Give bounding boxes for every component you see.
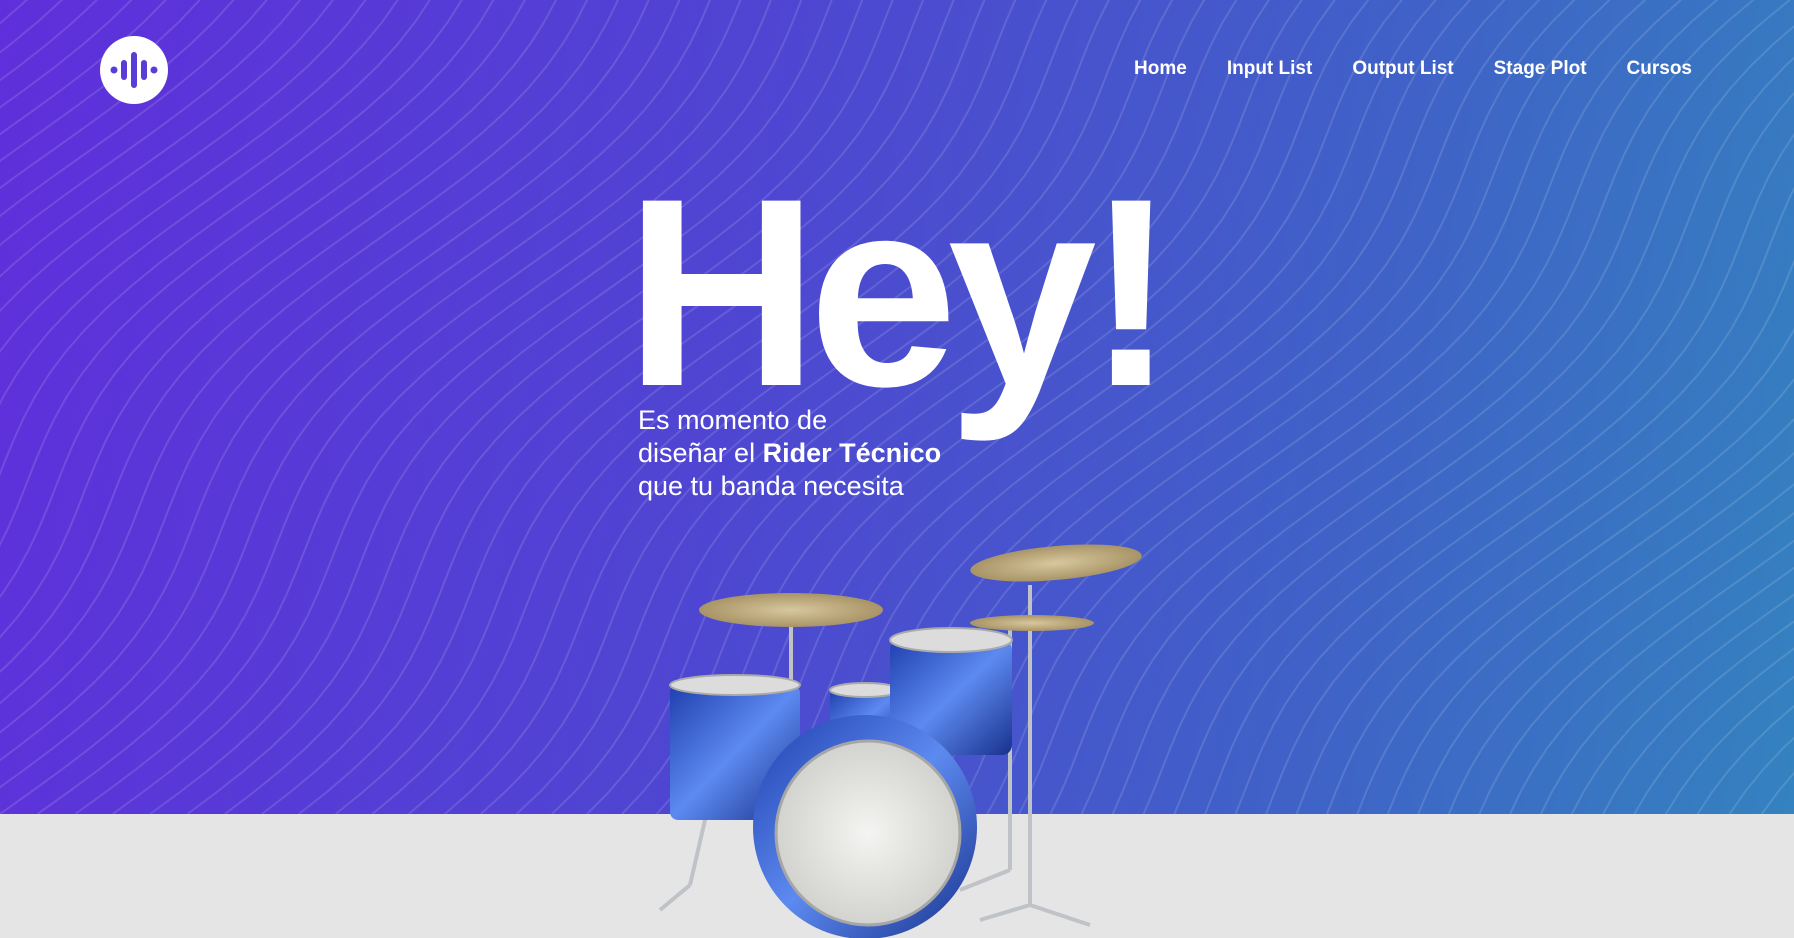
wave-line <box>1571 593 1794 814</box>
wave-line <box>0 0 431 406</box>
wave-line <box>1665 675 1794 814</box>
wave-line <box>1265 186 1794 814</box>
nav-cursos[interactable]: Cursos <box>1627 58 1692 80</box>
wave-line <box>1761 771 1794 814</box>
tagline-line-1: Es momento de <box>638 405 828 435</box>
wave-line <box>1386 417 1794 814</box>
soundwave-icon <box>110 52 158 88</box>
wave-line <box>0 0 558 639</box>
wave-line <box>1295 258 1794 814</box>
nav-input-list[interactable]: Input List <box>1227 58 1312 80</box>
tagline-highlight: Rider Técnico <box>762 438 942 468</box>
nav-stage-plot[interactable]: Stage Plot <box>1494 58 1587 80</box>
logo[interactable] <box>100 36 168 104</box>
wave-line <box>0 0 463 477</box>
nav-output-list[interactable]: Output List <box>1352 58 1453 80</box>
main-nav: Home Input List Output List Stage Plot C… <box>1134 58 1692 80</box>
wave-line <box>1509 539 1794 814</box>
wave-line <box>0 0 53 814</box>
wave-line <box>0 0 399 353</box>
wave-line <box>0 0 167 136</box>
tagline-line-2: diseñar el Rider Técnico <box>638 437 941 470</box>
hero-tagline: Es momento de diseñar el Rider Técnico q… <box>638 404 941 503</box>
wave-line <box>1080 0 1755 814</box>
wave-line <box>1447 483 1794 814</box>
tagline-line-3: que tu banda necesita <box>638 471 904 501</box>
wave-line <box>0 0 495 547</box>
tagline-line-2-prefix: diseñar el <box>638 438 763 468</box>
drum-kit-image <box>658 544 1142 938</box>
nav-home[interactable]: Home <box>1134 58 1187 80</box>
wave-line <box>1696 704 1794 814</box>
hero-headline: Hey! <box>625 142 1176 442</box>
wave-line <box>0 0 201 163</box>
wave-line <box>0 0 650 734</box>
wave-line <box>0 0 235 190</box>
